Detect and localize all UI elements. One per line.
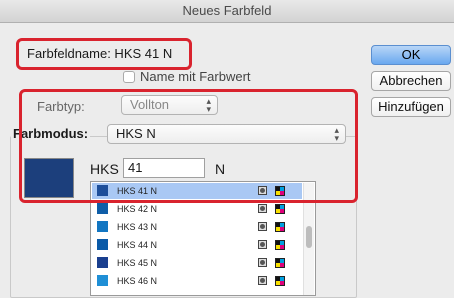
add-button[interactable]: Hinzufügen — [371, 97, 451, 117]
list-item[interactable]: HKS 43 N — [92, 219, 302, 235]
swatch-label: HKS 43 N — [117, 222, 158, 232]
name-with-value-label: Name mit Farbwert — [140, 69, 251, 84]
ok-button[interactable]: OK — [371, 45, 451, 65]
spot-color-icon — [258, 204, 267, 213]
color-model-icon — [275, 276, 285, 286]
color-model-icon — [275, 222, 285, 232]
cancel-button[interactable]: Abbrechen — [371, 71, 451, 91]
swatch-label: HKS 44 N — [117, 240, 158, 250]
color-model-icon — [275, 258, 285, 268]
color-model-icon — [275, 204, 285, 214]
spot-color-icon — [258, 240, 267, 249]
color-model-icon — [275, 240, 285, 250]
spot-color-icon — [258, 276, 267, 285]
name-with-value-checkbox[interactable] — [123, 71, 135, 83]
swatch-color — [97, 257, 108, 268]
list-item[interactable]: HKS 45 N — [92, 255, 302, 271]
swatch-color — [97, 221, 108, 232]
highlight-settings-box — [19, 89, 358, 203]
scrollbar-thumb[interactable] — [306, 226, 312, 248]
swatch-color — [97, 239, 108, 250]
spot-color-icon — [258, 222, 267, 231]
highlight-name-box — [16, 38, 192, 70]
window-title: Neues Farbfeld — [0, 0, 454, 23]
list-item[interactable]: HKS 46 N — [92, 273, 302, 289]
spot-color-icon — [258, 258, 267, 267]
swatch-label: HKS 42 N — [117, 204, 158, 214]
swatch-label: HKS 46 N — [117, 276, 158, 286]
list-item[interactable]: HKS 42 N — [92, 201, 302, 217]
swatch-label: HKS 45 N — [117, 258, 158, 268]
swatch-color — [97, 203, 108, 214]
swatch-color — [97, 275, 108, 286]
list-item[interactable]: HKS 44 N — [92, 237, 302, 253]
